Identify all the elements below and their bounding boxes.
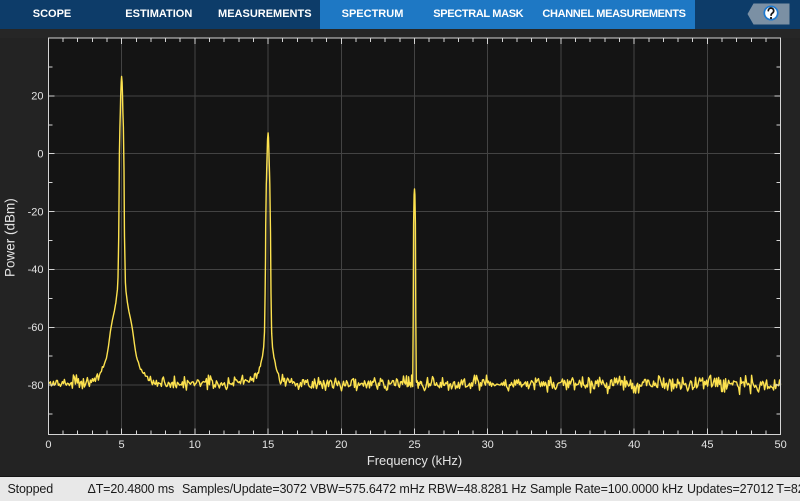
svg-text:50: 50 [774, 439, 786, 451]
svg-text:-80: -80 [28, 380, 44, 392]
svg-text:15: 15 [262, 439, 274, 451]
svg-text:-40: -40 [28, 264, 44, 276]
svg-text:Power (dBm): Power (dBm) [3, 198, 18, 277]
svg-text:Frequency (kHz): Frequency (kHz) [367, 453, 462, 468]
svg-text:40: 40 [628, 439, 640, 451]
svg-text:5: 5 [119, 439, 125, 451]
svg-text:-20: -20 [28, 206, 44, 218]
svg-text:10: 10 [189, 439, 201, 451]
svg-text:20: 20 [335, 439, 347, 451]
svg-text:0: 0 [45, 439, 51, 451]
svg-text:0: 0 [37, 149, 43, 161]
svg-text:25: 25 [408, 439, 420, 451]
svg-text:35: 35 [555, 439, 567, 451]
svg-text:45: 45 [701, 439, 713, 451]
svg-text:20: 20 [31, 91, 43, 103]
svg-text:-60: -60 [28, 322, 44, 334]
svg-text:30: 30 [482, 439, 494, 451]
